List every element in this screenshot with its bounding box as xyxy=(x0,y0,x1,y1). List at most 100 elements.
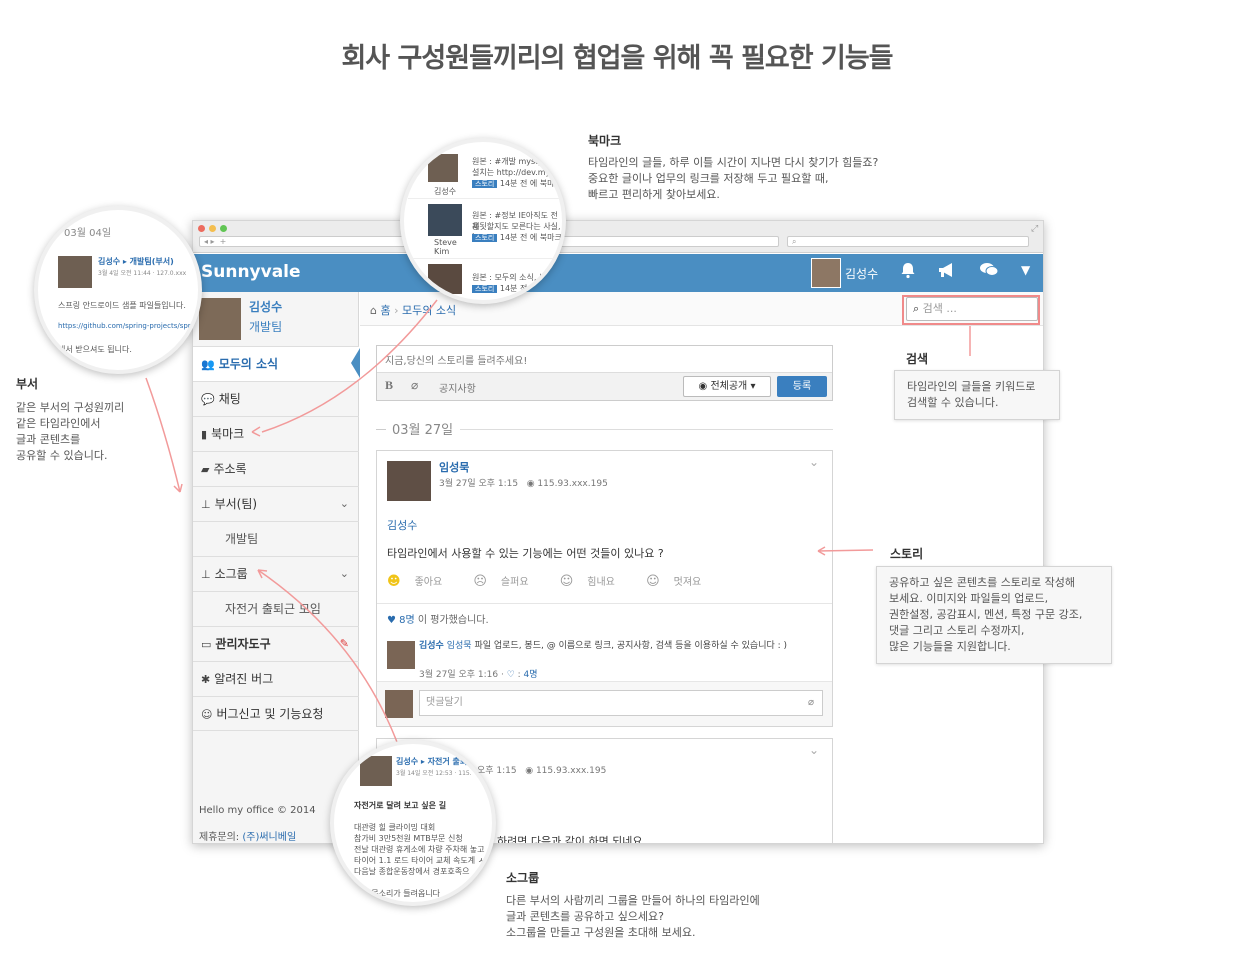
zoom-line: 설치는 http://dev.mys xyxy=(472,168,555,177)
chat-icon[interactable] xyxy=(979,261,999,284)
browser-search-bar[interactable]: ⌕ xyxy=(787,236,1029,247)
submit-button[interactable]: 등록 xyxy=(777,376,827,397)
chevron-down-icon[interactable]: ⌄ xyxy=(340,557,349,591)
reaction-like[interactable]: ☻ 좋아요 xyxy=(387,574,456,589)
home-icon[interactable]: ⌂ xyxy=(370,304,377,317)
zoom-line: 역인 목소리가 들려옵니다 xyxy=(354,889,441,898)
visibility-select[interactable]: ◉ 전체공개 ▾ xyxy=(683,376,771,397)
divider xyxy=(460,429,833,430)
profile-team[interactable]: 개발팀 xyxy=(249,318,282,335)
zoom-heading: 자전거로 달려 보고 싶은 길 xyxy=(354,801,447,810)
attach-icon[interactable]: ⌀ xyxy=(808,691,814,715)
attach-icon[interactable]: ⌀ xyxy=(411,378,418,392)
zoom-line: ㅅ xyxy=(354,878,362,887)
sidebar-item-devteam[interactable]: 개발팀 xyxy=(193,521,359,556)
zoom-time: 14분 전 에 북마 xyxy=(499,179,555,188)
divider xyxy=(377,603,832,604)
heart-outline-icon[interactable]: ♡ xyxy=(507,670,515,680)
maximize-dot[interactable] xyxy=(220,225,227,232)
avatar xyxy=(428,264,462,294)
app-logo[interactable]: Sunnyvale xyxy=(201,262,301,282)
notice-button[interactable]: 공지사항 xyxy=(439,380,476,395)
sidebar-item-addressbook[interactable]: ▰ 주소록 xyxy=(193,451,359,486)
avatar[interactable] xyxy=(199,298,241,340)
reaction-cheer[interactable]: ☺ 힘내요 xyxy=(560,574,629,589)
caret-down-icon[interactable]: ▼ xyxy=(1021,263,1030,277)
avatar xyxy=(58,256,92,288)
rating-summary[interactable]: ♥ 8명 이 평가했습니다. xyxy=(387,611,489,626)
bell-icon[interactable] xyxy=(899,261,917,284)
chevron-down-icon[interactable]: ⌄ xyxy=(809,455,819,469)
zoom-date: 03월 04일 xyxy=(64,228,112,239)
comment-time: 3월 27일 오후 1:16 · xyxy=(419,670,504,680)
globe-icon: ◉ xyxy=(526,479,535,489)
sidebar-item-admin[interactable]: ▭ 관리자도구 ✎ xyxy=(193,626,359,661)
composer-toolbar: B ⌀ 공지사항 ◉ 전체공개 ▾ 등록 xyxy=(377,372,832,400)
date-header: 03월 27일 xyxy=(392,423,454,438)
rated-count: 8명 xyxy=(399,615,415,626)
callout-line: 빠르고 편리하게 찾아보세요. xyxy=(588,188,720,201)
group-callout-text: 다른 부서의 사람끼리 그룹을 만들어 하나의 타임라인에 글과 콘텐츠를 공유… xyxy=(506,893,760,941)
app-header: Sunnyvale 김성수 ▼ xyxy=(193,254,1043,292)
sidebar-item-bike-group[interactable]: 자전거 출퇴근 모임 xyxy=(193,591,359,626)
expand-icon[interactable]: ⤢ xyxy=(1031,224,1038,234)
post-ip: 115.93.xxx.195 xyxy=(535,766,607,776)
admin-icon: ▭ xyxy=(201,638,212,651)
zoom-author: 김성수 ▸ 자전거 출퇴 xyxy=(396,757,468,766)
avatar[interactable] xyxy=(387,641,415,669)
megaphone-icon[interactable] xyxy=(937,261,957,284)
close-dot[interactable] xyxy=(198,225,205,232)
avatar[interactable] xyxy=(811,258,841,288)
minimize-dot[interactable] xyxy=(209,225,216,232)
sidebar-item-smallgroup[interactable]: ⊥ 소그룹 ⌄ xyxy=(193,556,359,591)
zoom-line: 전날 대관령 휴게소에 차량 주차해 놓고 xyxy=(354,845,485,854)
zoom-author: 김성수 ▸ 개발팀(부서) xyxy=(98,257,174,266)
rated-text: 이 평가했습니다. xyxy=(417,615,489,626)
zoom-line: 다음날 종합운동장에서 경포호족으 xyxy=(354,867,470,876)
wrench-icon: ✎ xyxy=(339,637,349,650)
cool-icon: ☺ xyxy=(646,574,660,589)
users-icon: 👥 xyxy=(201,358,215,371)
bold-icon[interactable]: B xyxy=(385,378,393,393)
reaction-sad[interactable]: ☹ 슬퍼요 xyxy=(473,574,542,589)
sidebar-item-chat[interactable]: 💬 채팅 xyxy=(193,381,359,416)
composer-placeholder[interactable]: 지금,당신의 스토리를 들려주세요! xyxy=(385,352,527,367)
post-mention[interactable]: 김성수 xyxy=(387,517,417,533)
sidebar-item-bookmark[interactable]: ▮ 북마크 xyxy=(193,416,359,451)
chevron-down-icon[interactable]: ⌄ xyxy=(340,487,349,521)
comment-likes[interactable]: 4명 xyxy=(524,670,538,680)
sidebar-item-news[interactable]: 👥 모두의 소식 xyxy=(193,346,359,381)
sidebar-item-label: 개발팀 xyxy=(225,532,259,546)
comment-input[interactable]: 댓글달기 ⌀ xyxy=(419,690,823,716)
partner-link[interactable]: (주)써니베일 xyxy=(242,832,296,843)
reaction-cool[interactable]: ☺ 멋져요 xyxy=(646,574,715,589)
comment-author[interactable]: 김성수 xyxy=(419,641,444,651)
post-author[interactable]: 임성묵 xyxy=(439,459,469,475)
comment: 김성수 임성묵 파일 업로드, 봉드, @ 이름으로 링크, 공지사항, 검색 … xyxy=(419,640,819,653)
comment-mention[interactable]: 임성묵 xyxy=(447,641,472,651)
chevron-down-icon[interactable]: ⌄ xyxy=(809,743,819,757)
sidebar-item-dept[interactable]: ⊥ 부서(팀) ⌄ xyxy=(193,486,359,521)
breadcrumb-home[interactable]: 홈 xyxy=(380,304,390,317)
bookmark-icon: ▮ xyxy=(201,428,208,441)
zoom-time: 14분 전 xyxy=(499,284,528,293)
browser-chrome: ◂ ▸ + ⌕ ⤢ xyxy=(193,221,1043,253)
callout-line: 검색할 수 있습니다. xyxy=(907,396,999,409)
avatar[interactable] xyxy=(387,461,431,501)
breadcrumb-current[interactable]: 모두의 소식 xyxy=(402,304,456,317)
callout-line: 같은 부서의 구성원끼리 xyxy=(16,401,125,414)
search-callout-box: 타임라인의 글들을 키워드로 검색할 수 있습니다. xyxy=(894,370,1060,420)
reaction-bar: ☻ 좋아요 ☹ 슬퍼요 ☺ 힘내요 ☺ 멋져요 xyxy=(387,573,729,589)
sidebar-item-bug-report[interactable]: ☺ 버그신고 및 기능요청 xyxy=(193,696,359,731)
story-composer[interactable]: 지금,당신의 스토리를 들려주세요! B ⌀ 공지사항 ◉ 전체공개 ▾ 등록 xyxy=(376,345,833,401)
sidebar-item-known-bugs[interactable]: ✱ 알려진 버그 xyxy=(193,661,359,696)
search-callout-title: 검색 xyxy=(906,352,929,366)
heart-icon: ♥ xyxy=(387,615,396,626)
sidebar-item-label: 관리자도구 xyxy=(215,637,271,651)
breadcrumb-trail: ⌂ 홈 › 모두의 소식 xyxy=(370,304,457,317)
sidebar-item-label: 북마크 xyxy=(211,427,245,441)
story-tag: 스토리 xyxy=(472,285,498,293)
header-user-name[interactable]: 김성수 xyxy=(845,265,878,282)
zoom-line: 참가비 3만5천원 MTB부문 신청 xyxy=(354,834,463,843)
profile-name[interactable]: 김성수 xyxy=(249,298,282,315)
